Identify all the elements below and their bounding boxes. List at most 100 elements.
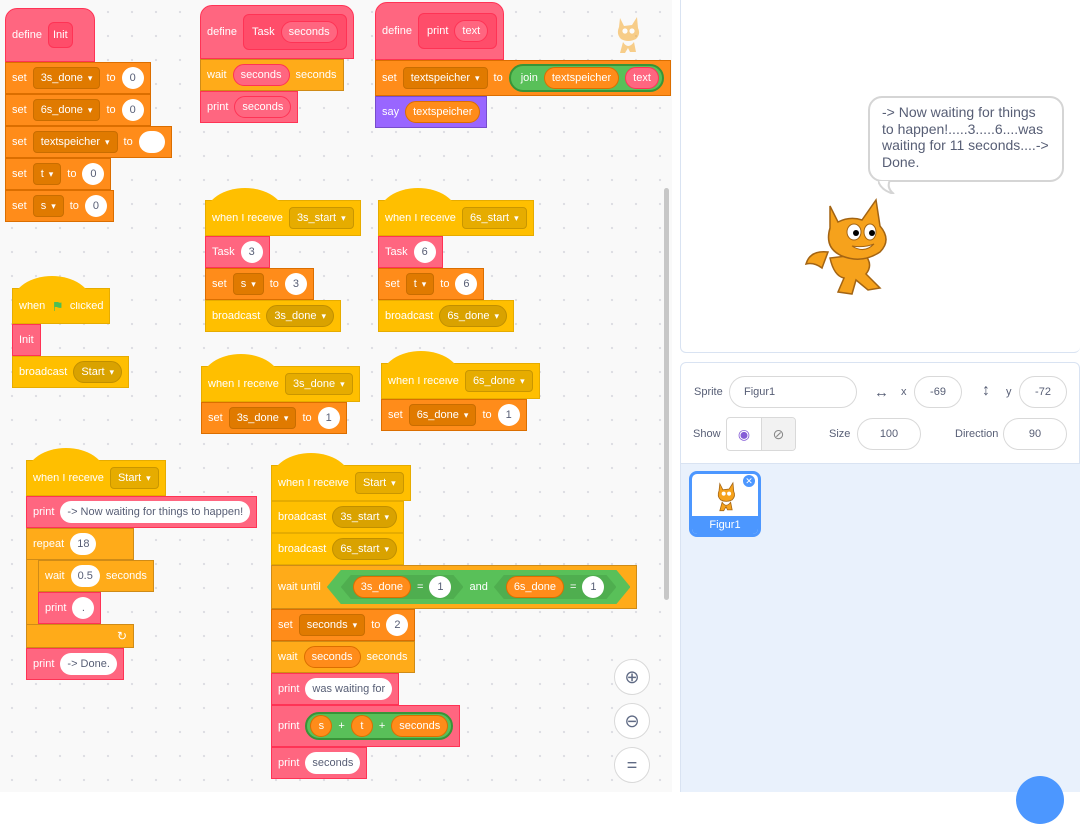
variable-dropdown[interactable]: t bbox=[32, 163, 62, 185]
set-seconds-block[interactable]: set seconds to 2 bbox=[271, 609, 416, 641]
message-dropdown[interactable]: 6s_done bbox=[439, 305, 508, 327]
hide-icon[interactable]: ⊘ bbox=[761, 418, 795, 450]
set-3s-done-block[interactable]: set 3s_done to 0 bbox=[5, 62, 151, 94]
broadcast-block[interactable]: broadcast Start bbox=[12, 356, 130, 388]
zoom-reset-button[interactable]: = bbox=[614, 747, 650, 783]
value-input[interactable]: 0 bbox=[121, 99, 144, 121]
value-input[interactable]: 0 bbox=[121, 67, 144, 89]
argument-reporter[interactable]: seconds bbox=[234, 96, 292, 118]
variable-reporter[interactable]: seconds bbox=[303, 646, 361, 668]
print-call-block[interactable]: print s + t + seconds bbox=[271, 705, 461, 747]
print-call-block[interactable]: print -> Done. bbox=[26, 648, 124, 680]
when-i-receive-hat[interactable]: when I receive Start bbox=[271, 453, 411, 501]
add-sprite-button[interactable] bbox=[1016, 776, 1064, 824]
message-dropdown[interactable]: Start bbox=[73, 361, 123, 383]
direction-field[interactable]: 90 bbox=[1003, 418, 1067, 450]
script-receive-3s-start[interactable]: when I receive 3s_start Task 3 set s to … bbox=[205, 188, 361, 332]
say-block[interactable]: say textspeicher bbox=[375, 96, 488, 128]
message-dropdown[interactable]: 3s_done bbox=[284, 373, 353, 395]
repeat-block[interactable]: repeat 18 bbox=[26, 528, 134, 560]
value-input[interactable]: 2 bbox=[386, 614, 409, 636]
script-when-flag-clicked[interactable]: when ⚑ clicked Init broadcast Start bbox=[12, 276, 130, 388]
add-operator-outer[interactable]: s + t + seconds bbox=[305, 712, 454, 740]
set-textspeicher-block[interactable]: set textspeicher to bbox=[5, 126, 172, 158]
set-3s-done-block[interactable]: set 3s_done to 1 bbox=[201, 402, 347, 434]
join-reporter[interactable]: join textspeicher text bbox=[508, 64, 664, 92]
variable-reporter[interactable]: t bbox=[350, 715, 373, 737]
when-i-receive-hat[interactable]: when I receive Start bbox=[26, 448, 166, 496]
variable-dropdown[interactable]: 6s_done bbox=[408, 404, 477, 426]
script-receive-3s-done[interactable]: when I receive 3s_done set 3s_done to 1 bbox=[201, 354, 360, 434]
print-call-block[interactable]: print -> Now waiting for things to happe… bbox=[26, 496, 258, 528]
set-6s-done-block[interactable]: set 6s_done to 1 bbox=[381, 399, 527, 431]
when-i-receive-hat[interactable]: when I receive 3s_done bbox=[201, 354, 360, 402]
workspace-scrollbar[interactable] bbox=[664, 188, 669, 600]
value-input[interactable]: 1 bbox=[497, 404, 520, 426]
print-call-block[interactable]: print seconds bbox=[200, 91, 299, 123]
message-dropdown[interactable]: 6s_done bbox=[464, 370, 533, 392]
show-visible-icon[interactable]: ◉ bbox=[727, 418, 761, 450]
variable-reporter[interactable]: textspeicher bbox=[543, 67, 620, 89]
print-call-block[interactable]: print . bbox=[38, 592, 102, 624]
value-input[interactable]: 3 bbox=[284, 273, 307, 295]
code-workspace[interactable]: define Init set 3s_done to 0 set 6s_done… bbox=[0, 0, 672, 792]
sprite-name-field[interactable]: Figur1 bbox=[729, 376, 857, 408]
text-input[interactable]: -> Done. bbox=[60, 653, 117, 675]
variable-dropdown[interactable]: 3s_done bbox=[228, 407, 297, 429]
init-call-block[interactable]: Init bbox=[12, 324, 41, 356]
script-receive-start-main[interactable]: when I receive Start broadcast 3s_start … bbox=[271, 453, 638, 779]
equals-operator[interactable]: 3s_done = 1 bbox=[341, 575, 464, 599]
broadcast-block[interactable]: broadcast 6s_done bbox=[378, 300, 515, 332]
set-textspeicher-join-block[interactable]: set textspeicher to join textspeicher te… bbox=[375, 60, 671, 96]
wait-until-block[interactable]: wait until 3s_done = 1 and 6s_done = 1 bbox=[271, 565, 638, 609]
text-input[interactable]: -> Now waiting for things to happen! bbox=[60, 501, 251, 523]
variable-dropdown[interactable]: textspeicher bbox=[402, 67, 488, 89]
equals-operator[interactable]: 6s_done = 1 bbox=[494, 575, 617, 599]
when-flag-clicked-hat[interactable]: when ⚑ clicked bbox=[12, 276, 111, 324]
value-input[interactable]: 0 bbox=[82, 163, 105, 185]
text-input[interactable]: . bbox=[72, 597, 95, 619]
zoom-out-button[interactable]: ⊖ bbox=[614, 703, 650, 739]
message-dropdown[interactable]: 6s_start bbox=[461, 207, 527, 229]
set-t-block[interactable]: set t to 0 bbox=[5, 158, 112, 190]
variable-reporter[interactable]: seconds bbox=[391, 715, 449, 737]
broadcast-block[interactable]: broadcast 3s_done bbox=[205, 300, 342, 332]
value-input[interactable]: 6 bbox=[455, 273, 478, 295]
value-input[interactable]: 1 bbox=[582, 576, 604, 598]
when-i-receive-hat[interactable]: when I receive 3s_start bbox=[205, 188, 361, 236]
repeat-count-input[interactable]: 18 bbox=[70, 533, 97, 555]
define-block[interactable]: define Init bbox=[5, 8, 95, 62]
variable-reporter[interactable]: textspeicher bbox=[405, 101, 481, 123]
variable-reporter[interactable]: 6s_done bbox=[506, 576, 564, 598]
wait-block[interactable]: wait seconds seconds bbox=[200, 59, 344, 91]
variable-dropdown[interactable]: 3s_done bbox=[32, 67, 101, 89]
print-call-block[interactable]: print seconds bbox=[271, 747, 368, 779]
value-input[interactable]: 3 bbox=[240, 241, 263, 263]
variable-dropdown[interactable]: 6s_done bbox=[32, 99, 101, 121]
variable-dropdown[interactable]: s bbox=[232, 273, 264, 295]
variable-reporter[interactable]: s bbox=[310, 715, 333, 737]
value-input[interactable]: 0.5 bbox=[70, 565, 100, 587]
variable-dropdown[interactable]: t bbox=[405, 273, 435, 295]
value-input[interactable]: 1 bbox=[429, 576, 451, 598]
argument-reporter[interactable]: text bbox=[454, 20, 489, 42]
variable-reporter[interactable]: 3s_done bbox=[353, 576, 411, 598]
script-receive-6s-start[interactable]: when I receive 6s_start Task 6 set t to … bbox=[378, 188, 534, 332]
set-s-block[interactable]: set s to 0 bbox=[5, 190, 114, 222]
print-call-block[interactable]: print was waiting for bbox=[271, 673, 400, 705]
y-field[interactable]: -72 bbox=[1019, 376, 1067, 408]
zoom-in-button[interactable]: ⊕ bbox=[614, 659, 650, 695]
variable-dropdown[interactable]: textspeicher bbox=[32, 131, 118, 153]
text-input[interactable]: seconds bbox=[305, 752, 361, 774]
message-dropdown[interactable]: 3s_start bbox=[288, 207, 354, 229]
visibility-toggle[interactable]: ◉ ⊘ bbox=[726, 417, 796, 451]
broadcast-block[interactable]: broadcast 6s_start bbox=[271, 533, 404, 565]
script-receive-6s-done[interactable]: when I receive 6s_done set 6s_done to 1 bbox=[381, 351, 540, 431]
value-input[interactable] bbox=[138, 131, 165, 153]
value-input[interactable]: 1 bbox=[317, 407, 340, 429]
message-dropdown[interactable]: 3s_done bbox=[266, 305, 335, 327]
set-s-block[interactable]: set s to 3 bbox=[205, 268, 314, 300]
argument-reporter[interactable]: seconds bbox=[280, 21, 338, 43]
x-field[interactable]: -69 bbox=[914, 376, 962, 408]
and-operator[interactable]: 3s_done = 1 and 6s_done = 1 bbox=[327, 570, 631, 604]
